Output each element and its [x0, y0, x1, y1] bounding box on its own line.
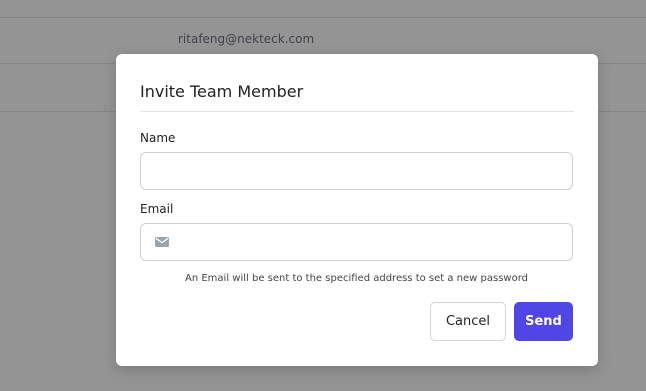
dialog-divider	[140, 111, 574, 112]
mail-icon	[155, 237, 169, 247]
invite-team-member-dialog: Invite Team Member Name Email An Email w…	[116, 54, 598, 366]
email-field[interactable]	[140, 223, 573, 262]
send-button[interactable]: Send	[514, 302, 573, 341]
cancel-button[interactable]: Cancel	[430, 302, 506, 341]
dialog-title: Invite Team Member	[140, 82, 304, 101]
name-label: Name	[140, 131, 176, 145]
email-label: Email	[140, 202, 174, 216]
help-text: An Email will be sent to the specified a…	[185, 273, 528, 284]
name-input[interactable]	[140, 152, 573, 190]
email-input[interactable]	[179, 224, 568, 262]
